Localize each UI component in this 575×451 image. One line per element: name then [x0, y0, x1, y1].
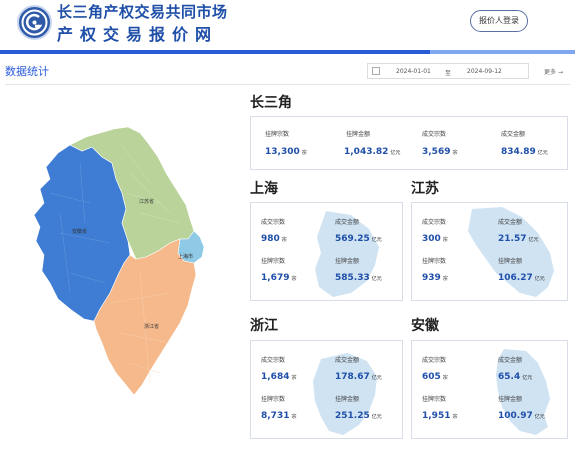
region-title-jiangsu: 江苏 [411, 181, 439, 197]
stat-value: 980 宗 [261, 234, 287, 244]
stat-label: 挂牌宗数 [261, 258, 286, 265]
stat-label: 挂牌宗数 [422, 396, 447, 403]
stat-value: 1,679 宗 [261, 273, 297, 283]
header-divider-bar [0, 50, 575, 54]
calendar-icon [372, 67, 380, 75]
stat-label: 成交金额 [498, 219, 523, 226]
stat-label: 成交金额 [335, 357, 360, 364]
section-title: 数据统计 [5, 65, 49, 78]
stat-label: 挂牌宗数 [261, 396, 286, 403]
region-title-zhejiang: 浙江 [250, 318, 278, 334]
stat-label: 成交金额 [335, 219, 360, 226]
date-range-picker[interactable]: 2024-01-01 至 2024-09-12 [367, 63, 529, 79]
stat-label: 挂牌金额 [335, 396, 360, 403]
stat-value: 569.25 亿元 [335, 234, 382, 244]
stat-label: 成交金额 [498, 357, 523, 364]
page-root: 长三角产权交易共同市场 产权交易报价网 报价人登录 数据统计 2024-01-0… [0, 0, 575, 451]
site-title-line1: 长三角产权交易共同市场 [57, 3, 228, 21]
stat-value: 100.97 亿元 [498, 411, 545, 421]
stat-label: 成交宗数 [422, 219, 447, 226]
stat-value: 585.33 亿元 [335, 273, 382, 283]
site-header: 长三角产权交易共同市场 产权交易报价网 报价人登录 [0, 0, 575, 54]
section-divider [5, 84, 570, 85]
stat-label: 挂牌宗数 [265, 131, 290, 138]
more-link[interactable]: 更多 → [544, 67, 563, 76]
stat-value: 605 宗 [422, 372, 448, 382]
stat-value: 3,569 宗 [422, 147, 458, 157]
map-label-shanghai: 上海市 [178, 254, 194, 260]
stat-label: 成交宗数 [422, 131, 447, 138]
stat-value: 1,684 宗 [261, 372, 297, 382]
card-zhejiang: 成交宗数 1,684 宗 成交金额 178.67 亿元 挂牌宗数 8,731 宗 挂牌… [250, 340, 403, 439]
map-label-jiangsu: 江苏省 [139, 199, 155, 205]
region-title-csj: 长三角 [250, 95, 292, 111]
stat-value: 178.67 亿元 [335, 372, 382, 382]
stat-label: 成交宗数 [261, 219, 286, 226]
stat-value: 1,043.82 亿元 [344, 147, 401, 157]
stat-label: 挂牌金额 [335, 258, 360, 265]
stat-label: 成交宗数 [422, 357, 447, 364]
region-map: 江苏省 安徽省 上海市 浙江省 [30, 123, 215, 400]
map-label-zhejiang: 浙江省 [144, 324, 160, 330]
stat-value: 13,300 宗 [265, 147, 307, 157]
date-start[interactable]: 2024-01-01 [396, 68, 431, 75]
card-shanghai: 成交宗数 980 宗 成交金额 569.25 亿元 挂牌宗数 1,679 宗 挂牌金额… [250, 202, 403, 301]
stat-value: 21.57 亿元 [498, 234, 539, 244]
stat-label: 成交宗数 [261, 357, 286, 364]
stat-value: 106.27 亿元 [498, 273, 545, 283]
stat-label: 成交金额 [501, 131, 526, 138]
stat-value: 65.4 亿元 [498, 372, 533, 382]
stat-value: 300 宗 [422, 234, 448, 244]
site-title-line2: 产权交易报价网 [57, 25, 219, 44]
stat-label: 挂牌宗数 [422, 258, 447, 265]
logo-emblem-icon [21, 9, 48, 36]
date-end[interactable]: 2024-09-12 [467, 68, 502, 75]
stat-label: 挂牌金额 [346, 131, 371, 138]
site-logo[interactable] [17, 5, 52, 40]
stat-label: 挂牌金额 [498, 396, 523, 403]
more-label: 更多 [544, 69, 557, 76]
stat-value: 251.25 亿元 [335, 411, 382, 421]
card-anhui: 成交宗数 605 宗 成交金额 65.4 亿元 挂牌宗数 1,951 宗 挂牌金额 1… [411, 340, 568, 439]
card-csj: 挂牌宗数 13,300 宗 挂牌金额 1,043.82 亿元 成交宗数 3,569 宗… [250, 116, 568, 170]
bidder-login-button[interactable]: 报价人登录 [470, 10, 528, 32]
stat-value: 834.89 亿元 [501, 147, 548, 157]
header-divider-highlight [430, 50, 575, 54]
card-jiangsu: 成交宗数 300 宗 成交金额 21.57 亿元 挂牌宗数 939 宗 挂牌金额 10… [411, 202, 568, 301]
stat-label: 挂牌金额 [498, 258, 523, 265]
stat-value: 8,731 宗 [261, 411, 297, 421]
stat-value: 939 宗 [422, 273, 448, 283]
map-label-anhui: 安徽省 [72, 229, 88, 235]
stat-value: 1,951 宗 [422, 411, 458, 421]
region-title-shanghai: 上海 [250, 181, 278, 197]
arrow-right-icon: → [557, 69, 563, 76]
region-title-anhui: 安徽 [411, 318, 439, 334]
date-separator: 至 [445, 70, 452, 77]
